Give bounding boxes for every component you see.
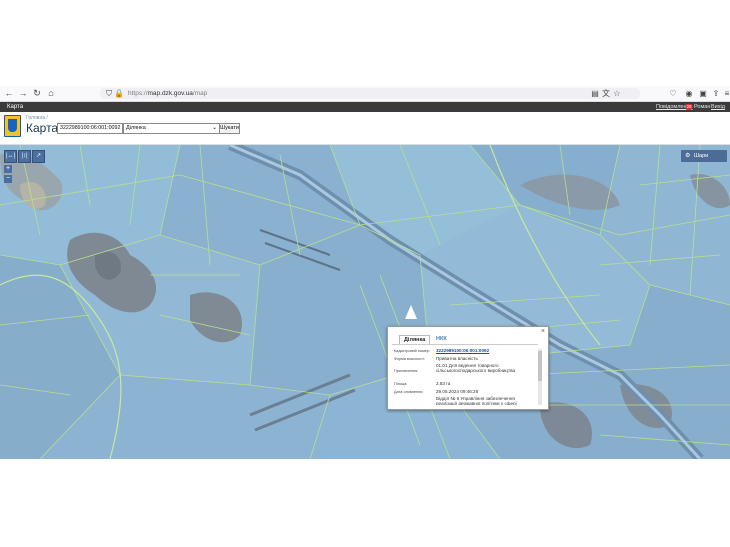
zoom-out-button[interactable]: − xyxy=(4,175,12,183)
user-name[interactable]: Роман xyxy=(694,103,710,111)
account-icon[interactable]: ◉ xyxy=(684,88,694,99)
browser-toolbar: ← → ↻ ⌂ ⛉ 🔒 https://map.dzk.gov.ua/map ▤… xyxy=(0,86,730,102)
select-tool[interactable]: ↗ xyxy=(32,150,45,163)
coat-of-arms-logo[interactable] xyxy=(4,115,21,137)
reader-icon[interactable]: ▤ xyxy=(590,88,600,99)
map-canvas[interactable]: |↔| |↕| ↗ + − ⚙ Шари × Ділянка НКК Кадас… xyxy=(0,145,730,459)
search-type-value: Ділянка xyxy=(126,125,146,131)
home-icon[interactable]: ⌂ xyxy=(44,86,58,101)
url-text[interactable]: https://map.dzk.gov.ua/map xyxy=(128,89,207,98)
cadastral-number-label: Кадастровий номер: xyxy=(394,349,430,353)
tab-divider xyxy=(392,344,538,345)
chevron-down-icon: ⌄ xyxy=(211,125,217,131)
page-header: Головна / Карта 3222989100:06:001:0092 Д… xyxy=(0,112,730,145)
forward-icon[interactable]: → xyxy=(16,86,30,101)
page-title: Карта xyxy=(26,121,59,135)
site-header: Карта Повідомлення 28 Роман Вихід xyxy=(0,102,730,112)
notifications-count-badge: 28 xyxy=(686,104,692,110)
update-date-value: 29.05.2024 09:46:28 xyxy=(436,389,479,394)
extension-icon[interactable]: ▣ xyxy=(698,88,708,99)
area-label: Площа: xyxy=(394,382,408,386)
ownership-label: Форма власності: xyxy=(394,357,425,361)
gear-icon: ⚙ xyxy=(685,153,691,159)
layers-button[interactable]: ⚙ Шари xyxy=(681,150,727,162)
close-icon[interactable]: × xyxy=(541,328,545,336)
measure-length-tool[interactable]: |↔| xyxy=(4,150,17,163)
search-type-select[interactable]: Ділянка ⌄ xyxy=(123,123,220,134)
zoom-in-button[interactable]: + xyxy=(4,165,12,173)
map-imagery xyxy=(0,145,730,459)
popup-scrollbar-thumb[interactable] xyxy=(538,351,542,381)
ownership-value: Приватна власність xyxy=(436,356,478,361)
lock-icon[interactable]: 🔒 xyxy=(114,88,124,99)
pocket-icon[interactable]: ♡ xyxy=(668,88,678,99)
layers-label: Шари xyxy=(694,153,709,159)
area-value: 2.83 га xyxy=(436,381,451,386)
exit-link[interactable]: Вихід xyxy=(711,103,725,111)
measure-area-tool[interactable]: |↕| xyxy=(18,150,31,163)
find-button[interactable]: Шукати xyxy=(219,123,240,134)
update-date-label: Дата оновлення: xyxy=(394,390,424,394)
menu-icon[interactable]: ≡ xyxy=(722,88,730,99)
registrar-value: Відділ № 6 Управління забезпечення реалі… xyxy=(436,396,517,405)
shield-icon[interactable]: ⛉ xyxy=(104,88,114,99)
translate-icon[interactable]: 文 xyxy=(601,88,611,99)
tab-nkk[interactable]: НКК xyxy=(432,335,451,344)
bookmark-star-icon[interactable]: ☆ xyxy=(612,88,622,99)
share-icon[interactable]: ⇪ xyxy=(711,88,721,99)
reload-icon[interactable]: ↻ xyxy=(30,86,44,101)
back-icon[interactable]: ← xyxy=(2,86,16,101)
popup-tail xyxy=(405,305,417,319)
cadastral-search-input[interactable]: 3222989100:06:001:0092 xyxy=(57,123,123,134)
site-title: Карта xyxy=(7,104,24,110)
purpose-label: Призначення: xyxy=(394,369,419,373)
cadastral-number-link[interactable]: 3222989100:06:001:0092 xyxy=(436,348,536,353)
parcel-info-list: Кадастровий номер: 3222989100:06:001:009… xyxy=(394,347,544,405)
purpose-value: 01.01 Для ведення товарного сільськогосп… xyxy=(436,363,516,374)
parcel-info-popup: × Ділянка НКК Кадастровий номер: 3222989… xyxy=(387,326,549,410)
